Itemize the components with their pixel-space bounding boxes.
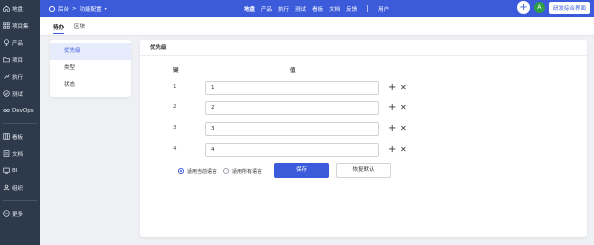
delete-row-icon[interactable]: ✕ (400, 101, 407, 115)
radio-current-language-label[interactable]: 适用当前语言 (187, 168, 217, 175)
sidebar-item-program[interactable]: 项目集 (0, 17, 40, 34)
nav-user[interactable]: 用户 (375, 5, 392, 13)
breadcrumb-feature-config[interactable]: 功能配置 (80, 5, 102, 13)
create-plus-button[interactable]: + (516, 1, 530, 14)
nav-product[interactable]: 产品 (258, 5, 275, 13)
menu-item-status[interactable]: 状态 (50, 77, 131, 94)
sidebar-item-devops[interactable]: DevOps (0, 102, 40, 119)
radio-all-languages[interactable] (223, 168, 230, 174)
more-icon (3, 210, 10, 217)
nav-divider (367, 5, 369, 12)
breadcrumb: 后台 > 功能配置 ▾ (40, 5, 107, 13)
home-icon (3, 5, 10, 12)
infinity-icon (3, 107, 10, 114)
radio-all-languages-label[interactable]: 适用所有语言 (232, 168, 262, 175)
doc-icon (3, 150, 10, 157)
sidebar-divider (3, 200, 37, 201)
sidebar: 地盘 项目集 产品 项目 执行 测试 DevOps 看板 文档 BI 组织 更多 (0, 0, 40, 245)
sidebar-item-home[interactable]: 地盘 (0, 0, 40, 17)
sidebar-divider (3, 123, 37, 124)
key-header: 键 (173, 68, 179, 74)
value-input[interactable]: 4 (205, 143, 379, 157)
board-icon (3, 133, 10, 140)
save-button[interactable]: 保存 (274, 163, 329, 178)
lightbulb-icon (3, 39, 10, 46)
grid-icon (3, 22, 10, 29)
breadcrumb-admin[interactable]: 后台 (58, 5, 69, 13)
run-icon (3, 73, 10, 80)
add-row-icon[interactable]: + (388, 143, 396, 157)
value-input[interactable]: 3 (205, 122, 379, 136)
menu-item-priority[interactable]: 优先级 (50, 43, 131, 60)
config-menu: 优先级 类型 状态 (50, 40, 131, 97)
chart-icon (3, 167, 10, 174)
sidebar-item-doc[interactable]: 文档 (0, 145, 40, 162)
nav-home[interactable]: 地盘 (241, 5, 258, 13)
nav-kanban[interactable]: 看板 (309, 5, 326, 13)
sidebar-item-kanban[interactable]: 看板 (0, 128, 40, 145)
sidebar-item-execution[interactable]: 执行 (0, 68, 40, 85)
top-nav: 地盘 产品 执行 测试 看板 文档 反馈 用户 (241, 0, 392, 17)
row-key: 1 (173, 84, 177, 90)
nav-doc[interactable]: 文档 (326, 5, 343, 13)
sidebar-item-test[interactable]: 测试 (0, 85, 40, 102)
sidebar-item-bi[interactable]: BI (0, 162, 40, 179)
sub-tabs: 待办 区块 (40, 17, 594, 36)
add-row-icon[interactable]: + (388, 101, 396, 115)
delete-row-icon[interactable]: ✕ (400, 122, 407, 136)
people-icon (3, 184, 10, 191)
tab-block[interactable]: 区块 (74, 22, 85, 30)
row-key: 3 (173, 125, 177, 131)
nav-execution[interactable]: 执行 (275, 5, 292, 13)
chevron-right-icon: > (72, 5, 77, 12)
ui-switch-button[interactable]: 研发综合界面 (548, 1, 590, 14)
priority-panel: 优先级 键 值 1 1 + ✕ 2 2 + ✕ 3 3 + ✕ 4 4 + ✕ … (140, 40, 587, 237)
avatar[interactable]: A (533, 2, 545, 13)
reset-default-button[interactable]: 恢复默认 (336, 163, 391, 178)
value-header: 值 (290, 68, 296, 74)
sidebar-item-org[interactable]: 组织 (0, 179, 40, 196)
nav-test[interactable]: 测试 (292, 5, 309, 13)
admin-icon (49, 5, 55, 12)
check-circle-icon (3, 90, 10, 97)
menu-item-type[interactable]: 类型 (50, 60, 131, 77)
add-row-icon[interactable]: + (388, 122, 396, 136)
sidebar-item-more[interactable]: 更多 (0, 205, 40, 222)
row-key: 4 (173, 146, 177, 152)
language-scope: 适用当前语言 适用所有语言 (178, 164, 262, 178)
nav-feedback[interactable]: 反馈 (343, 5, 360, 13)
top-bar: 后台 > 功能配置 ▾ 地盘 产品 执行 测试 看板 文档 反馈 用户 + A … (40, 0, 594, 17)
sidebar-item-product[interactable]: 产品 (0, 34, 40, 51)
value-input[interactable]: 2 (205, 101, 379, 115)
tab-todo[interactable]: 待办 (53, 19, 65, 34)
value-input[interactable]: 1 (205, 81, 379, 95)
sidebar-item-project[interactable]: 项目 (0, 51, 40, 68)
panel-title: 优先级 (140, 40, 587, 56)
delete-row-icon[interactable]: ✕ (400, 81, 407, 95)
chevron-down-icon[interactable]: ▾ (105, 6, 107, 11)
folder-icon (3, 56, 10, 63)
add-row-icon[interactable]: + (388, 81, 396, 95)
row-key: 2 (173, 104, 177, 110)
radio-current-language[interactable] (178, 168, 184, 174)
top-right-tools: + A 研发综合界面 (516, 1, 590, 14)
delete-row-icon[interactable]: ✕ (400, 143, 407, 157)
